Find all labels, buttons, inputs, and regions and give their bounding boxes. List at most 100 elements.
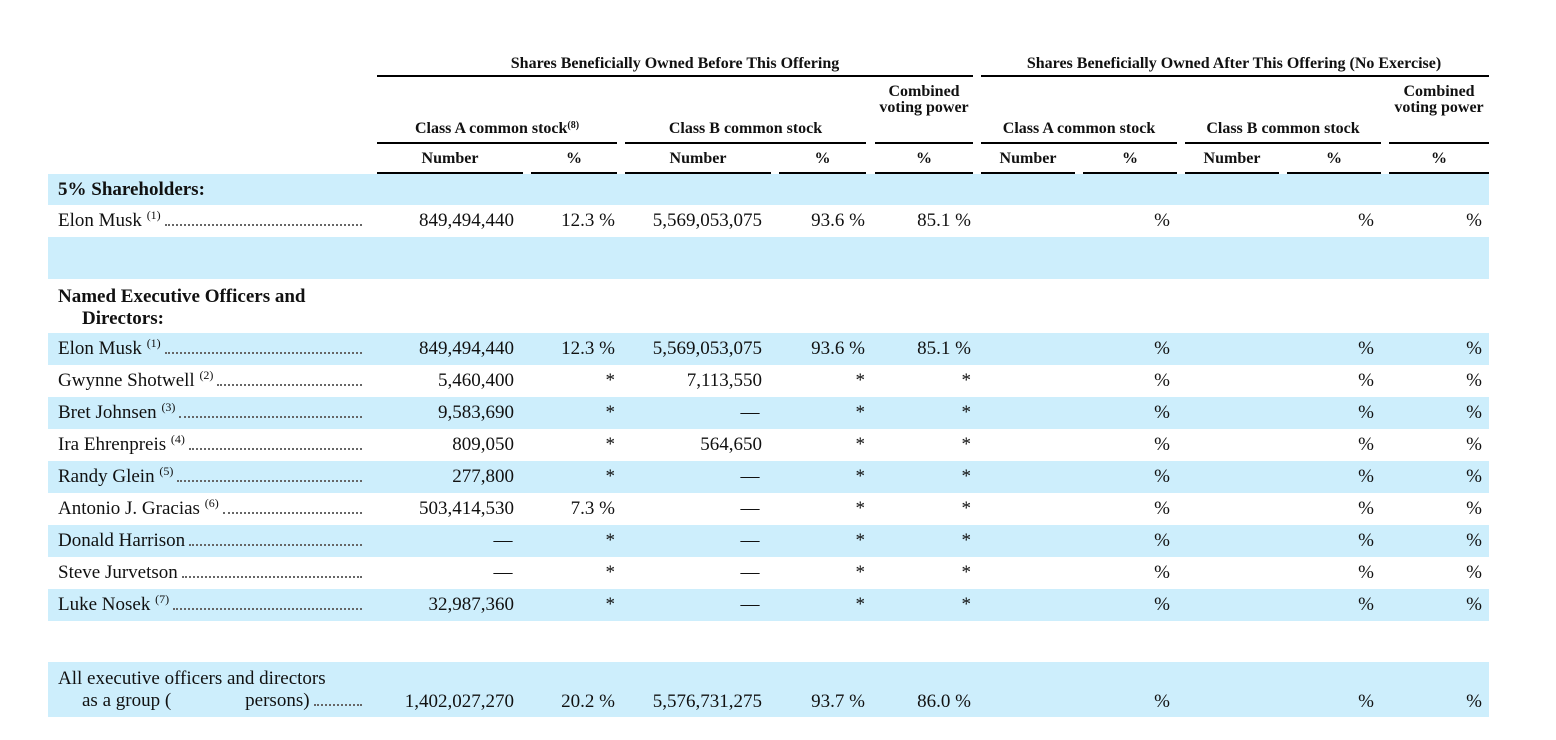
header-percent: %	[1431, 150, 1447, 167]
combined-percent: *	[961, 466, 972, 487]
combined-percent: 85.1 %	[917, 210, 971, 231]
class-b-number: 5,569,053,075	[652, 210, 762, 231]
class-a-percent: *	[605, 466, 616, 487]
class-b-percent: *	[855, 594, 866, 615]
after-class-a-percent: %	[1154, 498, 1170, 519]
class-a-percent: *	[605, 530, 616, 551]
header-combined-before: Combined voting power	[879, 83, 969, 116]
section-officers: Directors:	[82, 308, 164, 329]
class-a-number: 277,800	[452, 466, 514, 487]
table-row: Elon Musk (1) 849,494,440 12.3 % 5,569,053,…	[0, 333, 1556, 365]
class-b-percent: *	[855, 466, 866, 487]
section-officers: Named Executive Officers and	[58, 286, 306, 307]
header-percent: %	[916, 150, 932, 167]
after-class-a-percent: %	[1154, 594, 1170, 615]
table-row: Ira Ehrenpreis (4) 809,050 * 564,650 * *%%%	[0, 429, 1556, 461]
class-b-percent: 93.6 %	[811, 338, 865, 359]
after-combined-percent: %	[1466, 594, 1482, 615]
header-number: Number	[669, 150, 727, 167]
header-number: Number	[1203, 150, 1261, 167]
rule-after	[981, 75, 1489, 77]
after-class-b-percent: %	[1358, 691, 1374, 712]
combined-percent: 85.1 %	[917, 338, 971, 359]
rule-combined-after	[1389, 142, 1489, 144]
table-row: Donald Harrison — * — * *%%%	[0, 525, 1556, 557]
class-b-number: —	[740, 466, 760, 487]
class-b-number: 5,576,731,275	[652, 691, 762, 712]
class-a-percent: *	[605, 562, 616, 583]
header-class-a-before: Class A common stock(8)	[414, 120, 580, 137]
combined-percent: *	[961, 498, 972, 519]
header-class-a-after: Class A common stock	[1002, 120, 1156, 137]
after-combined-percent: %	[1466, 691, 1482, 712]
after-class-a-percent: %	[1154, 691, 1170, 712]
after-class-a-percent: %	[1154, 338, 1170, 359]
class-a-percent: 20.2 %	[561, 691, 615, 712]
table-row: Elon Musk (1) 849,494,440 12.3 % 5,569,0…	[0, 205, 1556, 237]
after-class-a-percent: %	[1154, 530, 1170, 551]
class-a-number: 809,050	[452, 434, 514, 455]
table-row: 1,402,027,270 20.2 % 5,576,731,275 93.7 …	[0, 686, 1556, 718]
class-b-number: —	[740, 562, 760, 583]
holder-name: Luke Nosek (7)	[58, 594, 362, 616]
holder-name: Elon Musk (1)	[58, 210, 362, 232]
holder-name: Bret Johnsen (3)	[58, 402, 362, 424]
class-a-percent: 12.3 %	[561, 210, 615, 231]
after-class-b-percent: %	[1358, 338, 1374, 359]
section-five-percent: 5% Shareholders:	[58, 179, 205, 200]
holder-name: Ira Ehrenpreis (4)	[58, 434, 362, 456]
holder-name: Donald Harrison	[58, 530, 362, 552]
after-class-a-percent: %	[1154, 434, 1170, 455]
after-combined-percent: %	[1466, 338, 1482, 359]
after-class-b-percent: %	[1358, 594, 1374, 615]
after-combined-percent: %	[1466, 210, 1482, 231]
table-row: Antonio J. Gracias (6) 503,414,530 7.3 % — *…	[0, 493, 1556, 525]
class-a-number: 1,402,027,270	[404, 691, 514, 712]
after-class-a-percent: %	[1154, 402, 1170, 423]
class-a-percent: *	[605, 594, 616, 615]
after-class-a-percent: %	[1154, 466, 1170, 487]
class-b-number: 7,113,550	[686, 370, 762, 391]
holder-name: Elon Musk (1)	[58, 338, 362, 360]
table-row: Luke Nosek (7) 32,987,360 * — * *%%%	[0, 589, 1556, 621]
after-class-b-percent: %	[1358, 434, 1374, 455]
class-a-number: 5,460,400	[438, 370, 514, 391]
class-a-number: —	[493, 530, 513, 551]
table-row: Bret Johnsen (3) 9,583,690 * — * *%%%	[0, 397, 1556, 429]
combined-percent: *	[961, 370, 972, 391]
after-combined-percent: %	[1466, 466, 1482, 487]
after-class-b-percent: %	[1358, 210, 1374, 231]
class-b-percent: *	[855, 530, 866, 551]
combined-percent: *	[961, 530, 972, 551]
after-class-a-percent: %	[1154, 562, 1170, 583]
header-percent: %	[1122, 150, 1138, 167]
after-class-b-percent: %	[1358, 466, 1374, 487]
class-a-percent: *	[605, 402, 616, 423]
class-b-percent: *	[855, 370, 866, 391]
after-combined-percent: %	[1466, 498, 1482, 519]
row-band	[48, 174, 1489, 205]
class-a-number: 9,583,690	[438, 402, 514, 423]
combined-percent: *	[961, 562, 972, 583]
class-a-number: 849,494,440	[419, 210, 514, 231]
class-a-percent: *	[605, 434, 616, 455]
row-band	[48, 237, 1489, 279]
after-class-b-percent: %	[1358, 370, 1374, 391]
header-percent: %	[814, 150, 831, 167]
class-a-percent: 12.3 %	[561, 338, 615, 359]
class-a-number: —	[493, 562, 513, 583]
after-class-b-percent: %	[1358, 562, 1374, 583]
class-b-number: —	[740, 530, 760, 551]
table-row: Steve Jurvetson — * — * *%%%	[0, 557, 1556, 589]
class-b-percent: *	[855, 402, 866, 423]
after-class-b-percent: %	[1358, 498, 1374, 519]
after-combined-percent: %	[1466, 370, 1482, 391]
after-class-b-percent: %	[1358, 402, 1374, 423]
after-combined-percent: %	[1466, 402, 1482, 423]
header-percent: %	[566, 150, 582, 167]
class-a-percent: *	[605, 370, 616, 391]
after-combined-percent: %	[1466, 562, 1482, 583]
after-class-a-percent: %	[1154, 370, 1170, 391]
rule-class-b-before	[625, 142, 866, 144]
combined-percent: *	[961, 594, 972, 615]
